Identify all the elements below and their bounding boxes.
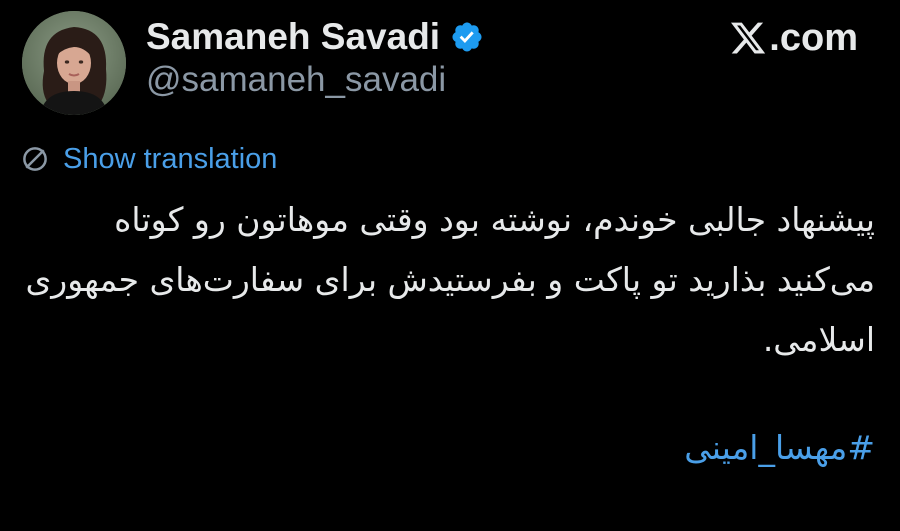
globe-icon: [20, 144, 50, 174]
avatar-photo: [22, 11, 126, 115]
avatar[interactable]: [22, 11, 126, 115]
show-translation-link[interactable]: Show translation: [63, 143, 277, 176]
tweet-text: پیشنهاد جالبی خوندم، نوشته بود وقتی موها…: [25, 200, 875, 359]
tweet-card: Samaneh Savadi @samaneh_savadi .com Show…: [0, 0, 900, 531]
site-domain: .com: [769, 16, 858, 59]
verified-badge-icon: [450, 20, 484, 54]
hashtag-link[interactable]: #مهسا_امینی: [684, 418, 875, 478]
author-display-name[interactable]: Samaneh Savadi: [146, 16, 440, 58]
show-translation-row[interactable]: Show translation: [20, 140, 277, 178]
x-logo-icon: [728, 19, 768, 57]
author-name-row: Samaneh Savadi: [146, 14, 484, 60]
author-handle[interactable]: @samaneh_savadi: [146, 60, 446, 100]
site-watermark: .com: [728, 16, 858, 60]
